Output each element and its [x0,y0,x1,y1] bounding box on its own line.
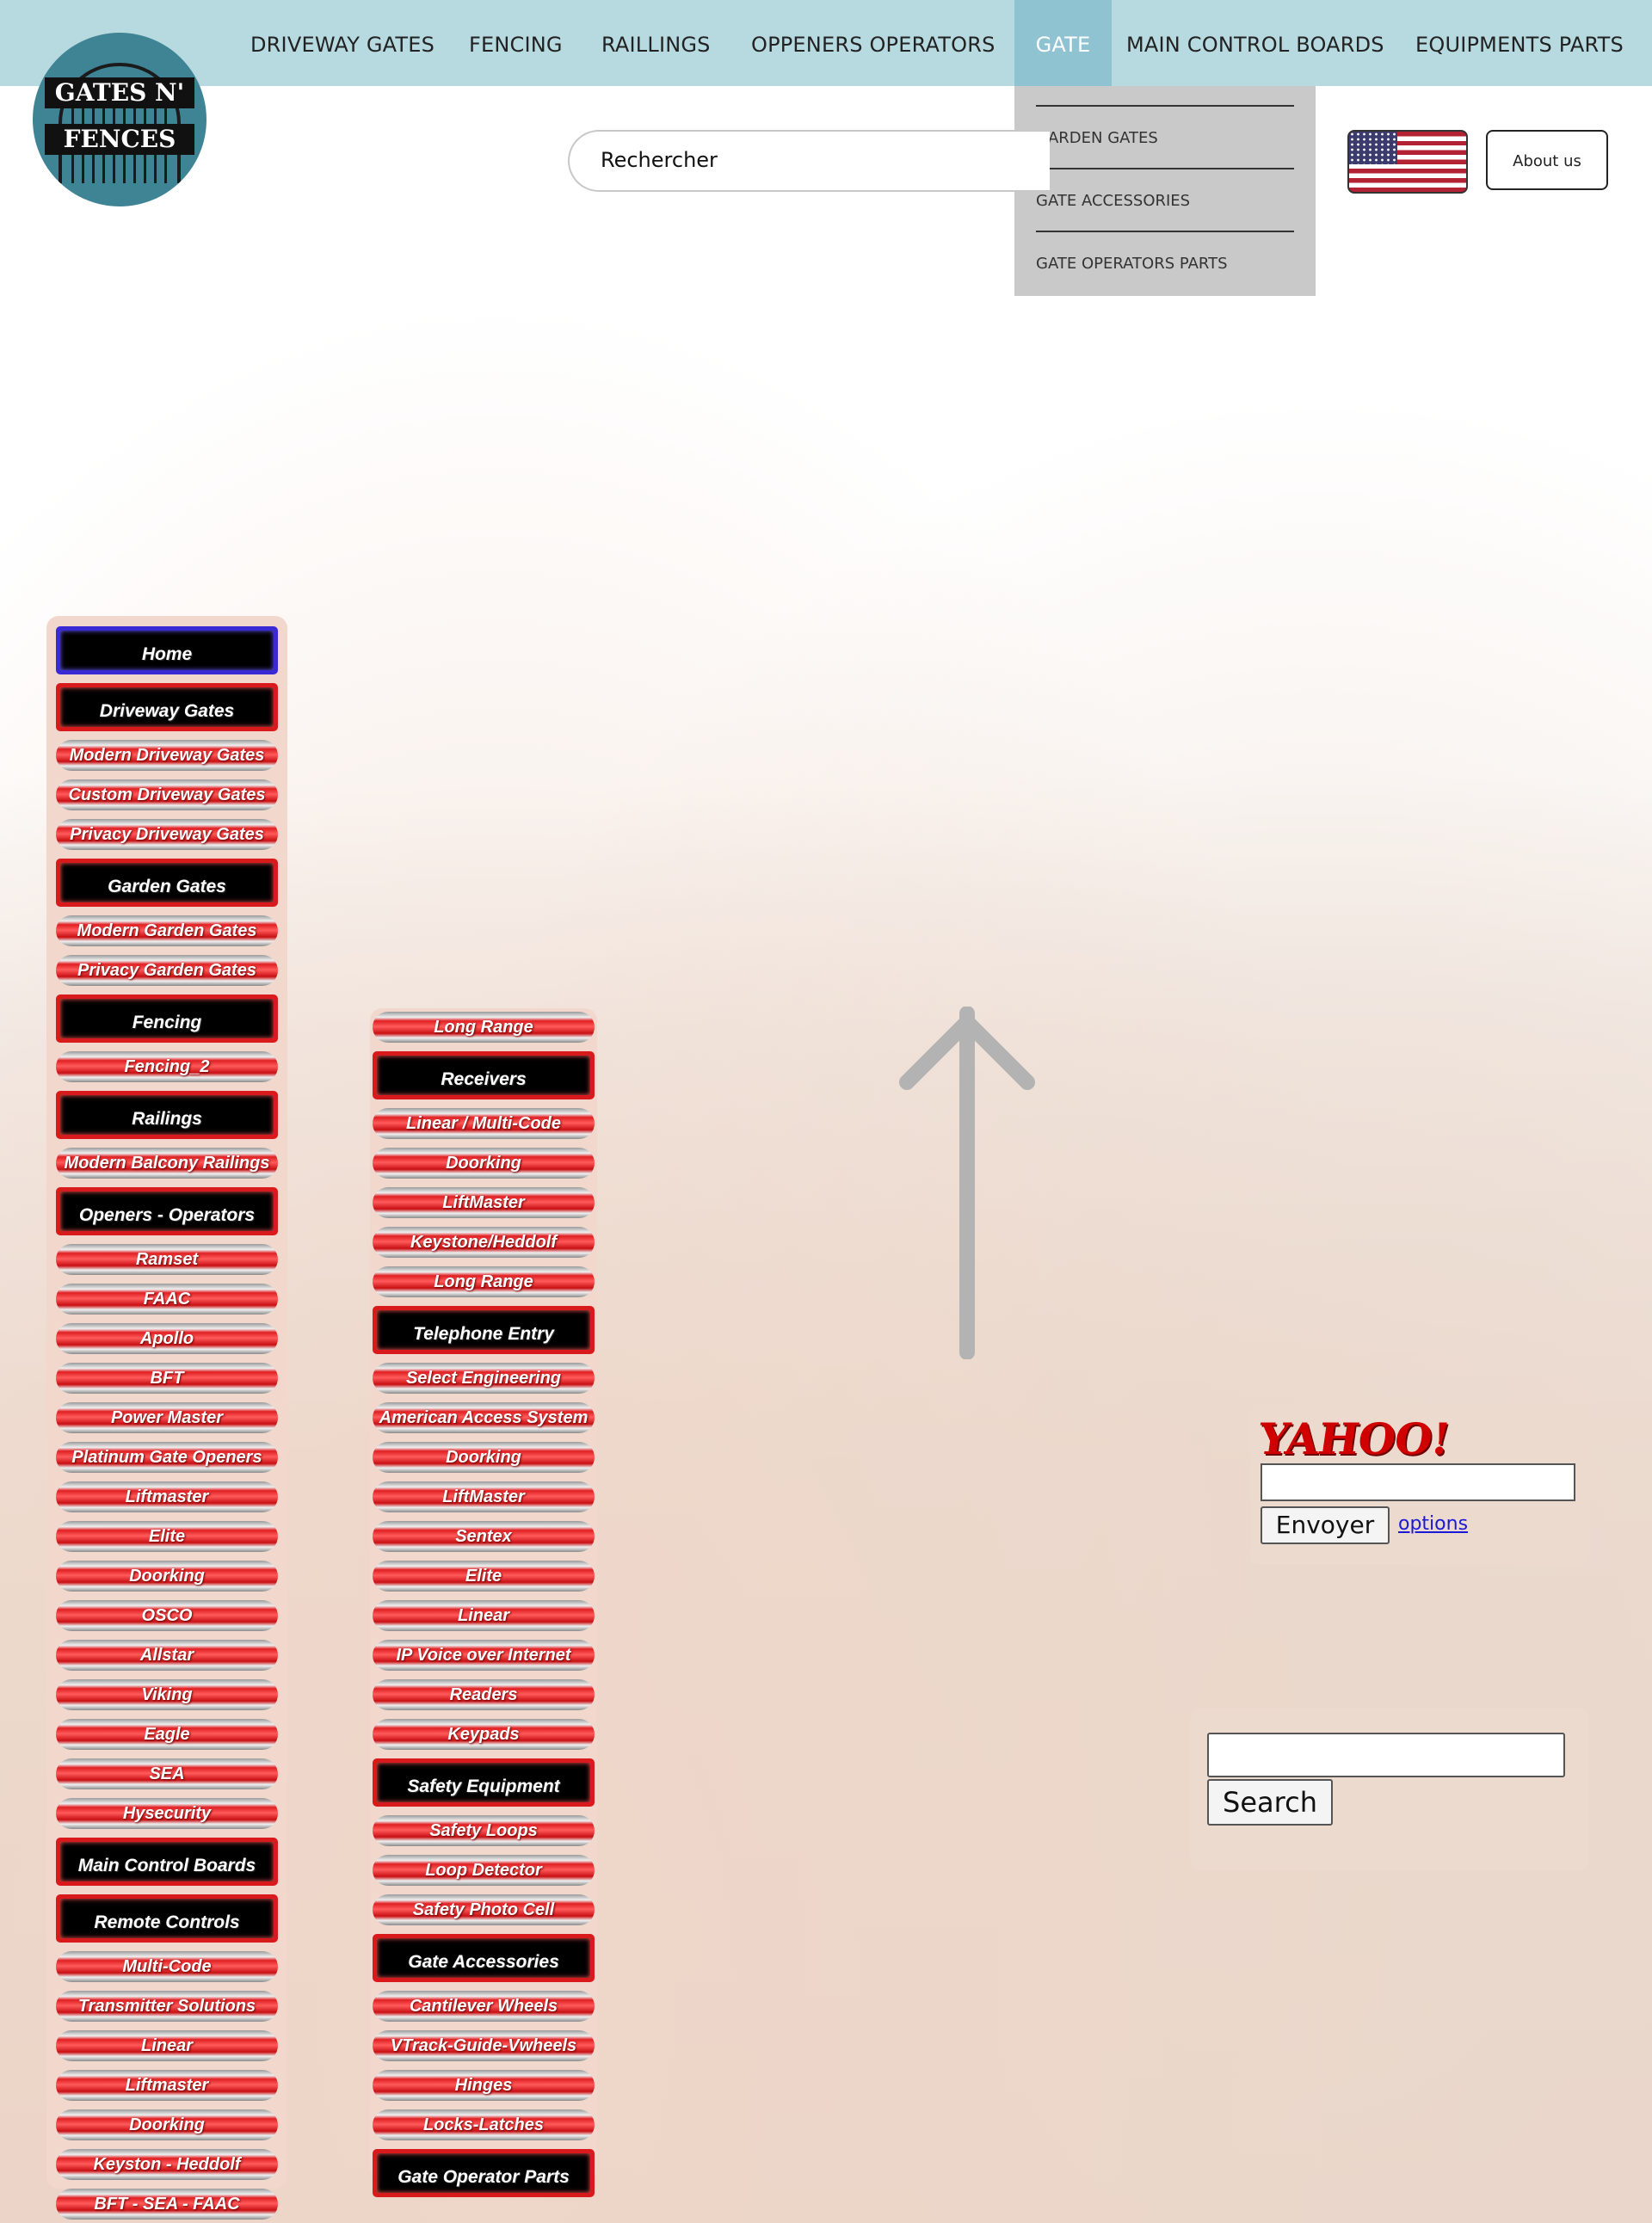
dropdown-item-garden-gates[interactable]: GARDEN GATES [1036,129,1158,147]
menu-liftmaster-button[interactable]: Liftmaster [56,1481,278,1512]
menu-bft-sea-faac-button[interactable]: BFT - SEA - FAAC [56,2189,278,2220]
menu-doorking-button[interactable]: Doorking [56,1561,278,1592]
menu-garden-gates-button[interactable]: Garden Gates [56,859,278,907]
menu-eagle-button[interactable]: Eagle [56,1719,278,1750]
menu-linear-button[interactable]: Linear [56,2030,278,2061]
menu-osco-button[interactable]: OSCO [56,1600,278,1631]
menu-american-access-system-button[interactable]: American Access System [373,1402,595,1433]
menu-doorking-button[interactable]: Doorking [373,1148,595,1179]
menu-safety-photo-cell-button[interactable]: Safety Photo Cell [373,1894,595,1925]
dropdown-divider [1036,168,1294,169]
menu-remote-controls-button[interactable]: Remote Controls [56,1894,278,1943]
yahoo-submit-button[interactable]: Envoyer [1261,1506,1390,1544]
menu-locks-latches-button[interactable]: Locks-Latches [373,2109,595,2140]
yahoo-logo[interactable]: YAHOO! [1255,1413,1453,1464]
menu-select-engineering-button[interactable]: Select Engineering [373,1363,595,1394]
menu-vtrack-guide-vwheels-button[interactable]: VTrack-Guide-Vwheels [373,2030,595,2061]
menu-doorking-button[interactable]: Doorking [56,2109,278,2140]
menu-transmitter-solutions-button[interactable]: Transmitter Solutions [56,1991,278,2022]
menu-platinum-gate-openers-button[interactable]: Platinum Gate Openers [56,1442,278,1473]
menu-telephone-entry-button[interactable]: Telephone Entry [373,1306,595,1354]
flag-canton [1349,132,1397,164]
menu-privacy-driveway-gates-button[interactable]: Privacy Driveway Gates [56,819,278,850]
search-input[interactable] [599,147,964,173]
dropdown-divider [1036,231,1294,232]
menu-sentex-button[interactable]: Sentex [373,1521,595,1552]
menu-keypads-button[interactable]: Keypads [373,1719,595,1750]
menu-linear-multi-code-button[interactable]: Linear / Multi-Code [373,1108,595,1139]
menu-hysecurity-button[interactable]: Hysecurity [56,1798,278,1829]
menu-viking-button[interactable]: Viking [56,1679,278,1710]
menu-loop-detector-button[interactable]: Loop Detector [373,1855,595,1886]
menu-doorking-button[interactable]: Doorking [373,1442,595,1473]
nav-fencing[interactable]: FENCING [469,0,563,86]
yahoo-options-link[interactable]: options [1398,1513,1468,1535]
site-logo[interactable]: GATES N' FENCES [33,33,206,206]
menu-ramset-button[interactable]: Ramset [56,1244,278,1275]
menu-faac-button[interactable]: FAAC [56,1284,278,1315]
menu-bft-button[interactable]: BFT [56,1363,278,1394]
yahoo-search-input[interactable] [1261,1463,1575,1501]
logo-text-line1: GATES N' [45,77,194,108]
menu-liftmaster-button[interactable]: Liftmaster [56,2070,278,2101]
menu-sea-button[interactable]: SEA [56,1758,278,1789]
menu-fencing-2-button[interactable]: Fencing_2 [56,1051,278,1082]
nav-openers-operators[interactable]: OPPENERS OPERATORS [751,0,996,86]
menu-gate-operator-parts-button[interactable]: Gate Operator Parts [373,2149,595,2197]
menu-liftmaster-button[interactable]: LiftMaster [373,1481,595,1512]
nav-driveway-gates[interactable]: DRIVEWAY GATES [250,0,435,86]
menu-cantilever-wheels-button[interactable]: Cantilever Wheels [373,1991,595,2022]
menu-modern-balcony-railings-button[interactable]: Modern Balcony Railings [56,1148,278,1179]
left-side-menu: Home Driveway Gates Modern Driveway Gates C… [46,616,287,2220]
menu-keystone-heddolf-button[interactable]: Keystone/Heddolf [373,1227,595,1258]
right-side-menu: Long Range Receivers Linear / Multi-Code Do… [370,1008,597,2197]
top-nav-bar: DRIVEWAY GATES FENCING RAILLINGS OPPENER… [0,0,1652,86]
menu-long-range-button[interactable]: Long Range [373,1012,595,1043]
menu-railings-button[interactable]: Railings [56,1091,278,1139]
menu-long-range-button[interactable]: Long Range [373,1266,595,1297]
menu-linear-button[interactable]: Linear [373,1600,595,1631]
menu-ip-voice-over-internet-button[interactable]: IP Voice over Internet [373,1640,595,1671]
menu-keyston-heddolf-button[interactable]: Keyston - Heddolf [56,2149,278,2180]
site-search-input[interactable] [1207,1733,1565,1777]
menu-elite-button[interactable]: Elite [56,1521,278,1552]
menu-multi-code-button[interactable]: Multi-Code [56,1951,278,1982]
about-us-button[interactable]: About us [1486,130,1608,190]
site-search-button[interactable]: Search [1207,1779,1333,1826]
menu-apollo-button[interactable]: Apollo [56,1323,278,1354]
menu-hinges-button[interactable]: Hinges [373,2070,595,2101]
dropdown-item-gate-operators-parts[interactable]: GATE OPERATORS PARTS [1036,255,1228,273]
us-flag-icon[interactable] [1347,130,1468,194]
menu-modern-garden-gates-button[interactable]: Modern Garden Gates [56,915,278,946]
menu-receivers-button[interactable]: Receivers [373,1051,595,1099]
menu-custom-driveway-gates-button[interactable]: Custom Driveway Gates [56,779,278,810]
menu-safety-equipment-button[interactable]: Safety Equipment [373,1758,595,1807]
menu-liftmaster-button[interactable]: LiftMaster [373,1187,595,1218]
menu-allstar-button[interactable]: Allstar [56,1640,278,1671]
gate-dropdown-menu: GARDEN GATES GATE ACCESSORIES GATE OPERA… [1014,86,1316,296]
menu-elite-button[interactable]: Elite [373,1561,595,1592]
logo-text-line2: FENCES [45,124,194,155]
menu-openers-operators-button[interactable]: Openers - Operators [56,1187,278,1235]
menu-privacy-garden-gates-button[interactable]: Privacy Garden Gates [56,955,278,986]
menu-home-button[interactable]: Home [56,626,278,674]
menu-safety-loops-button[interactable]: Safety Loops [373,1815,595,1846]
arrow-up-icon[interactable] [895,1007,1039,1359]
menu-modern-driveway-gates-button[interactable]: Modern Driveway Gates [56,740,278,771]
yahoo-search-widget: YAHOO! Envoyer options [1250,1403,1589,1565]
nav-raillings[interactable]: RAILLINGS [601,0,711,86]
menu-gate-accessories-button[interactable]: Gate Accessories [373,1934,595,1982]
menu-main-control-boards-button[interactable]: Main Control Boards [56,1838,278,1886]
dropdown-divider [1036,105,1294,107]
nav-gate[interactable]: GATE [1014,0,1112,86]
site-search-box [568,130,1050,192]
nav-main-control-boards[interactable]: MAIN CONTROL BOARDS [1126,0,1384,86]
nav-equipments-parts[interactable]: EQUIPMENTS PARTS [1415,0,1624,86]
menu-power-master-button[interactable]: Power Master [56,1402,278,1433]
site-search-widget: Search [1190,1709,1589,1870]
menu-driveway-gates-button[interactable]: Driveway Gates [56,683,278,731]
menu-readers-button[interactable]: Readers [373,1679,595,1710]
dropdown-item-gate-accessories[interactable]: GATE ACCESSORIES [1036,192,1190,210]
menu-fencing-button[interactable]: Fencing [56,995,278,1043]
